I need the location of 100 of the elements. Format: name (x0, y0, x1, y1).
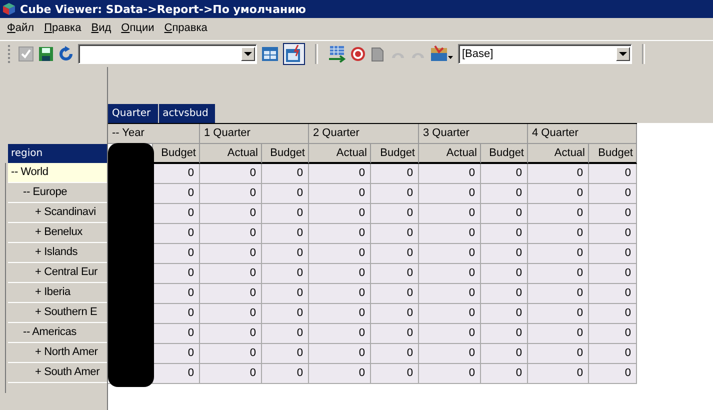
row-dimension-header[interactable]: region (8, 144, 107, 163)
data-cell[interactable]: 0 (371, 264, 419, 284)
data-cell[interactable]: 0 (589, 164, 637, 184)
data-cell[interactable]: 0 (200, 364, 262, 384)
data-cell[interactable]: 0 (153, 204, 200, 224)
data-cell[interactable]: 0 (200, 324, 262, 344)
data-cell[interactable]: 0 (200, 224, 262, 244)
data-cell[interactable]: 0 (589, 304, 637, 324)
data-cell[interactable]: 0 (200, 244, 262, 264)
data-cell[interactable]: 0 (309, 324, 371, 344)
data-cell[interactable]: 0 (419, 324, 481, 344)
column-dimension-tab[interactable]: Quarter (108, 104, 158, 123)
table-icon[interactable] (261, 45, 279, 63)
data-cell[interactable]: 0 (528, 244, 589, 264)
data-cell[interactable]: 0 (262, 204, 309, 224)
view-dropdown[interactable] (78, 44, 257, 64)
data-cell[interactable]: 0 (371, 164, 419, 184)
data-cell[interactable]: 0 (200, 184, 262, 204)
data-cell[interactable]: 0 (419, 164, 481, 184)
picture-menu-icon[interactable] (430, 45, 454, 63)
data-cell[interactable]: 0 (528, 304, 589, 324)
row-header[interactable]: -- World (8, 163, 107, 183)
data-cell[interactable]: 0 (419, 264, 481, 284)
column-dimension-tab[interactable]: actvsbud (158, 104, 216, 123)
refresh-icon[interactable] (58, 46, 74, 62)
data-cell[interactable]: 0 (200, 204, 262, 224)
data-cell[interactable]: 0 (309, 284, 371, 304)
data-cell[interactable]: 0 (153, 304, 200, 324)
data-cell[interactable]: 0 (419, 304, 481, 324)
data-cell[interactable]: 0 (371, 304, 419, 324)
data-cell[interactable]: 0 (262, 344, 309, 364)
data-cell[interactable]: 0 (481, 264, 528, 284)
data-cell[interactable]: 0 (309, 244, 371, 264)
grid-arrow-icon[interactable] (328, 45, 346, 63)
data-cell[interactable]: 0 (309, 304, 371, 324)
menu-item[interactable]: Файл (2, 22, 40, 34)
data-cell[interactable]: 0 (528, 324, 589, 344)
data-cell[interactable]: 0 (200, 304, 262, 324)
data-cell[interactable]: 0 (419, 244, 481, 264)
data-cell[interactable]: 0 (200, 264, 262, 284)
save-icon[interactable] (38, 46, 54, 62)
data-cell[interactable]: 0 (419, 284, 481, 304)
data-cell[interactable]: 0 (262, 364, 309, 384)
menu-item[interactable]: Вид (86, 22, 116, 34)
data-cell[interactable]: 0 (481, 284, 528, 304)
table-lightning-button[interactable] (283, 43, 305, 65)
data-cell[interactable]: 0 (153, 184, 200, 204)
data-cell[interactable]: 0 (371, 224, 419, 244)
data-cell[interactable]: 0 (528, 264, 589, 284)
data-cell[interactable]: 0 (371, 364, 419, 384)
data-cell[interactable]: 0 (481, 244, 528, 264)
data-cell[interactable]: 0 (589, 224, 637, 244)
data-cell[interactable]: 0 (200, 344, 262, 364)
data-cell[interactable]: 0 (419, 224, 481, 244)
data-cell[interactable]: 0 (153, 324, 200, 344)
menu-item[interactable]: Справка (159, 22, 212, 34)
data-cell[interactable]: 0 (309, 164, 371, 184)
subset-dropdown[interactable]: [Base] (458, 44, 632, 64)
data-cell[interactable]: 0 (419, 204, 481, 224)
data-cell[interactable]: 0 (528, 284, 589, 304)
data-cell[interactable]: 0 (528, 164, 589, 184)
data-cell[interactable]: 0 (419, 184, 481, 204)
data-cell[interactable]: 0 (371, 284, 419, 304)
data-cell[interactable]: 0 (262, 304, 309, 324)
data-cell[interactable]: 0 (419, 344, 481, 364)
data-cell[interactable]: 0 (481, 344, 528, 364)
data-cell[interactable]: 0 (153, 244, 200, 264)
document-icon[interactable] (370, 46, 386, 62)
data-cell[interactable]: 0 (528, 224, 589, 244)
data-cell[interactable]: 0 (153, 344, 200, 364)
data-cell[interactable]: 0 (589, 264, 637, 284)
data-cell[interactable]: 0 (309, 184, 371, 204)
check-icon[interactable] (18, 46, 34, 62)
data-cell[interactable]: 0 (528, 204, 589, 224)
data-cell[interactable]: 0 (309, 344, 371, 364)
data-cell[interactable]: 0 (528, 344, 589, 364)
data-cell[interactable]: 0 (589, 364, 637, 384)
data-cell[interactable]: 0 (262, 164, 309, 184)
data-cell[interactable]: 0 (589, 204, 637, 224)
data-cell[interactable]: 0 (309, 264, 371, 284)
data-cell[interactable]: 0 (153, 364, 200, 384)
data-cell[interactable]: 0 (589, 244, 637, 264)
data-cell[interactable]: 0 (528, 184, 589, 204)
data-cell[interactable]: 0 (481, 304, 528, 324)
data-cell[interactable]: 0 (481, 324, 528, 344)
data-cell[interactable]: 0 (262, 264, 309, 284)
data-cell[interactable]: 0 (153, 284, 200, 304)
data-cell[interactable]: 0 (481, 364, 528, 384)
data-cell[interactable]: 0 (309, 364, 371, 384)
data-cell[interactable]: 0 (371, 344, 419, 364)
stop-icon[interactable] (350, 46, 366, 62)
data-cell[interactable]: 0 (200, 164, 262, 184)
data-cell[interactable]: 0 (371, 324, 419, 344)
data-cell[interactable]: 0 (589, 284, 637, 304)
data-cell[interactable]: 0 (481, 204, 528, 224)
data-cell[interactable]: 0 (481, 164, 528, 184)
data-cell[interactable]: 0 (371, 244, 419, 264)
data-cell[interactable]: 0 (262, 284, 309, 304)
data-cell[interactable]: 0 (481, 184, 528, 204)
data-cell[interactable]: 0 (262, 324, 309, 344)
